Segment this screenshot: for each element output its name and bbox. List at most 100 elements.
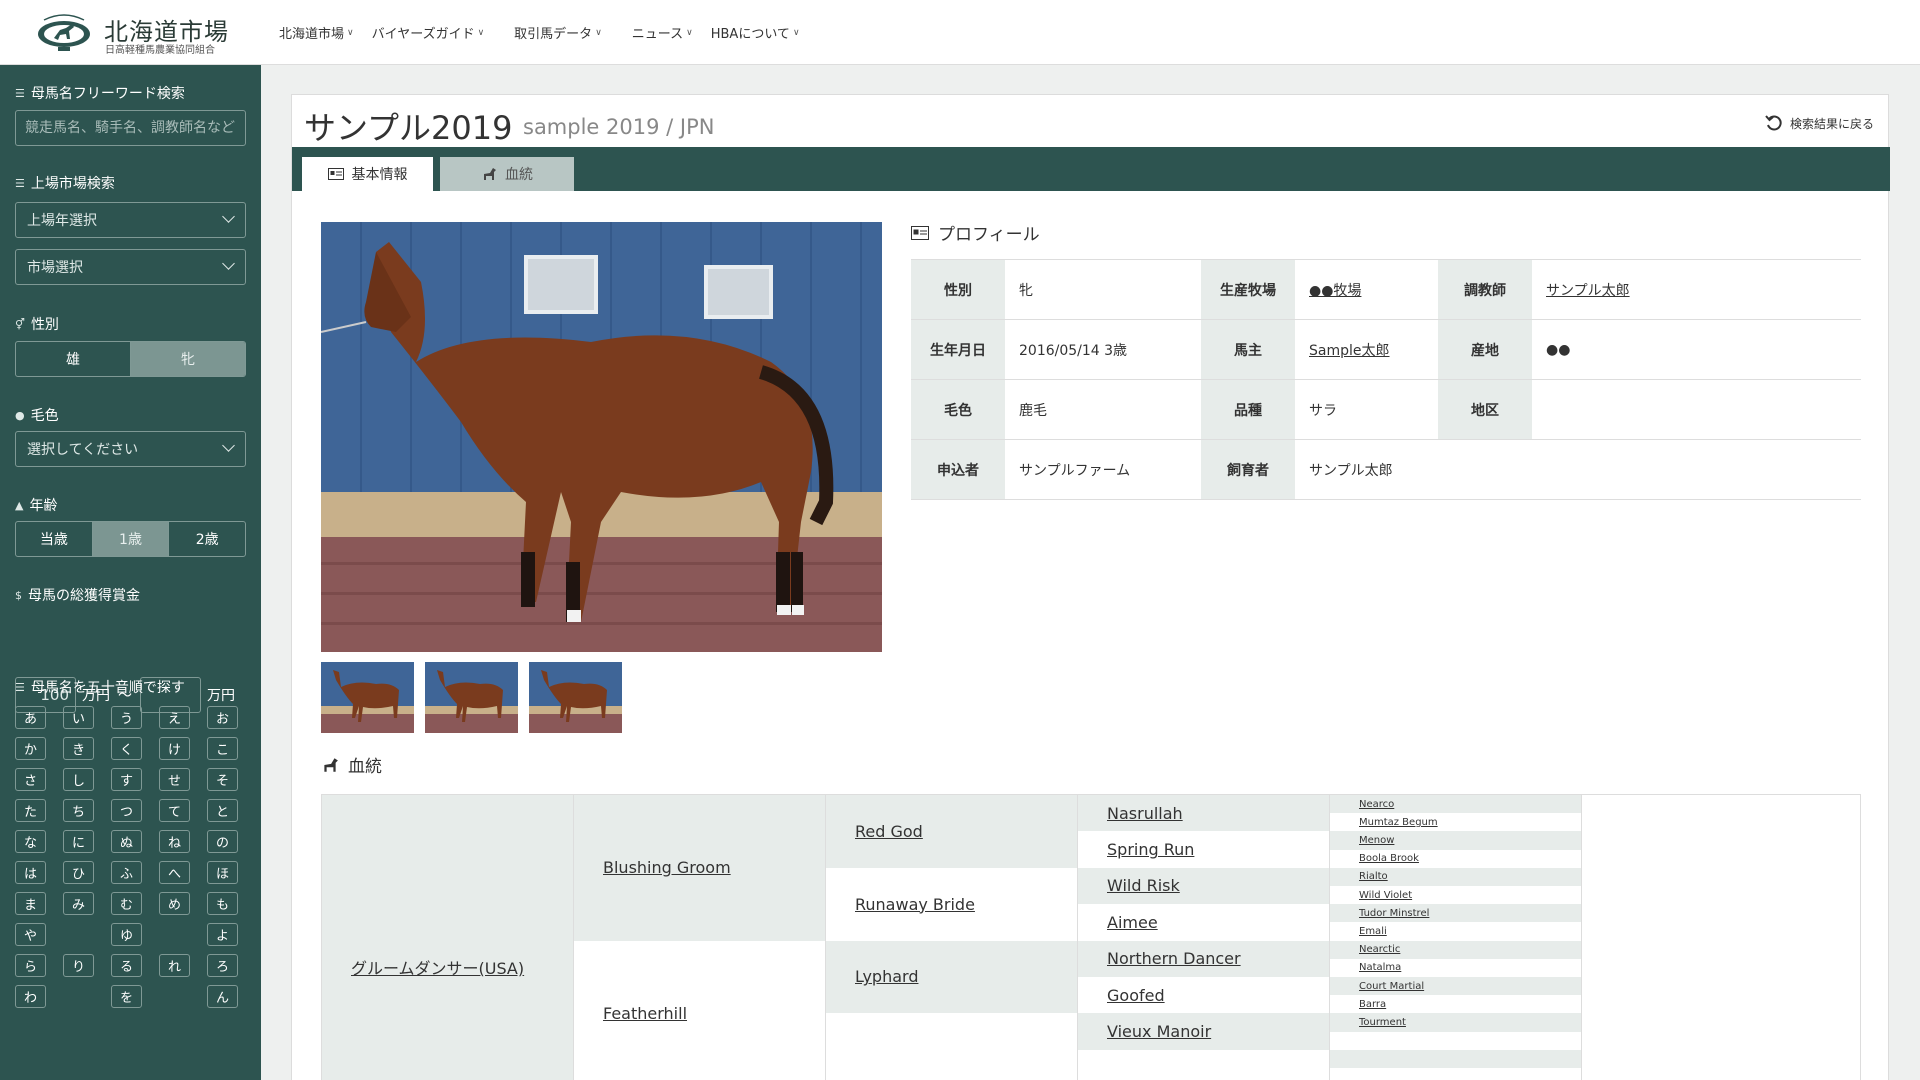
kana-button[interactable]: れ — [159, 954, 190, 977]
pedigree-ancestor-link[interactable]: Runaway Bride — [855, 895, 975, 914]
age-yearling-button[interactable]: 1歳 — [92, 522, 170, 556]
pedigree-cell-gen5[interactable]: Tudor Minstrel — [1330, 904, 1582, 923]
kana-button[interactable]: よ — [207, 923, 238, 946]
sex-male-button[interactable]: 雄 — [16, 342, 131, 376]
kana-button[interactable]: へ — [159, 861, 190, 884]
kana-button[interactable]: お — [207, 706, 238, 729]
kana-button[interactable]: う — [111, 706, 142, 729]
profile-value[interactable]: ●●牧場 — [1295, 260, 1438, 320]
profile-value-link[interactable]: Sample太郎 — [1309, 343, 1390, 359]
kana-button[interactable]: つ — [111, 799, 142, 822]
kana-button[interactable]: ね — [159, 830, 190, 853]
pedigree-cell-gen3[interactable]: Red God — [826, 795, 1078, 868]
kana-button[interactable]: ち — [63, 799, 94, 822]
market-select[interactable]: 市場選択 — [15, 249, 246, 285]
pedigree-ancestor-link[interactable]: Rialto — [1359, 871, 1388, 882]
kana-button[interactable]: そ — [207, 768, 238, 791]
pedigree-cell-gen5[interactable]: Tourment — [1330, 1013, 1582, 1032]
kana-button[interactable]: た — [15, 799, 46, 822]
pedigree-ancestor-link[interactable]: Boola Brook — [1359, 853, 1419, 864]
kana-button[interactable]: こ — [207, 737, 238, 760]
coat-color-select[interactable]: 選択してください — [15, 431, 246, 467]
pedigree-ancestor-link[interactable]: Wild Risk — [1107, 876, 1180, 895]
pedigree-ancestor-link[interactable]: グルームダンサー(USA) — [351, 955, 524, 979]
kana-button[interactable]: る — [111, 954, 142, 977]
pedigree-cell-gen3[interactable]: Lyphard — [826, 940, 1078, 1014]
pedigree-cell-gen4[interactable]: Spring Run — [1078, 831, 1330, 868]
pedigree-ancestor-link[interactable]: Wild Violet — [1359, 890, 1412, 901]
pedigree-ancestor-link[interactable]: Aimee — [1107, 913, 1158, 932]
sex-female-button[interactable]: 牝 — [131, 342, 245, 376]
kana-button[interactable]: に — [63, 830, 94, 853]
pedigree-cell-gen4[interactable]: Northern Dancer — [1078, 940, 1330, 977]
kana-button[interactable]: な — [15, 830, 46, 853]
nav-buyers-guide[interactable]: バイヤーズガイド ∨ — [372, 23, 485, 42]
back-to-results-link[interactable]: 検索結果に戻る — [1764, 113, 1874, 133]
pedigree-ancestor-link[interactable]: Lyphard — [855, 967, 918, 986]
pedigree-ancestor-link[interactable]: Nearctic — [1359, 944, 1400, 955]
kana-button[interactable]: の — [207, 830, 238, 853]
nav-trade-data[interactable]: 取引馬データ ∨ — [514, 23, 602, 42]
pedigree-ancestor-link[interactable]: Blushing Groom — [603, 858, 731, 877]
kana-button[interactable]: ほ — [207, 861, 238, 884]
kana-button[interactable]: ま — [15, 892, 46, 915]
pedigree-cell-gen5[interactable]: Boola Brook — [1330, 849, 1582, 868]
pedigree-cell-gen5[interactable]: Emali — [1330, 922, 1582, 941]
kana-button[interactable]: く — [111, 737, 142, 760]
thumbnail-3[interactable] — [529, 662, 622, 733]
pedigree-ancestor-link[interactable]: Nearco — [1359, 799, 1394, 810]
pedigree-ancestor-link[interactable]: Menow — [1359, 835, 1394, 846]
pedigree-ancestor-link[interactable]: Featherhill — [603, 1004, 687, 1023]
kana-button[interactable]: け — [159, 737, 190, 760]
pedigree-ancestor-link[interactable]: Mumtaz Begum — [1359, 817, 1438, 828]
pedigree-cell-gen4[interactable]: Aimee — [1078, 904, 1330, 941]
pedigree-cell-gen5[interactable]: Nearctic — [1330, 940, 1582, 959]
pedigree-ancestor-link[interactable]: Court Martial — [1359, 981, 1424, 992]
pedigree-cell-gen4[interactable]: Nasrullah — [1078, 795, 1330, 832]
kana-button[interactable]: て — [159, 799, 190, 822]
pedigree-cell-gen1[interactable]: グルームダンサー(USA) — [322, 795, 574, 1080]
kana-button[interactable]: か — [15, 737, 46, 760]
kana-button[interactable]: ゆ — [111, 923, 142, 946]
pedigree-cell-gen4[interactable]: Vieux Manoir — [1078, 1013, 1330, 1050]
pedigree-cell-gen4[interactable]: Wild Risk — [1078, 867, 1330, 905]
kana-button[interactable]: き — [63, 737, 94, 760]
pedigree-ancestor-link[interactable]: Tourment — [1359, 1017, 1406, 1028]
kana-button[interactable]: め — [159, 892, 190, 915]
pedigree-cell-gen5[interactable]: Rialto — [1330, 867, 1582, 886]
horse-main-photo[interactable] — [321, 222, 882, 652]
pedigree-cell-gen5[interactable]: Mumtaz Begum — [1330, 813, 1582, 832]
kana-button[interactable]: ふ — [111, 861, 142, 884]
pedigree-cell-gen5[interactable]: Barra — [1330, 995, 1582, 1014]
pedigree-ancestor-link[interactable]: Emali — [1359, 926, 1387, 937]
site-logo[interactable]: 北海道市場 日高軽種馬農業協同組合 — [36, 12, 236, 56]
kana-button[interactable]: し — [63, 768, 94, 791]
kana-button[interactable]: あ — [15, 706, 46, 729]
pedigree-cell-gen5[interactable]: Natalma — [1330, 958, 1582, 977]
profile-value[interactable]: Sample太郎 — [1295, 320, 1438, 380]
pedigree-cell-gen2[interactable]: Featherhill — [574, 940, 826, 1080]
nav-hokkaido-market[interactable]: 北海道市場 ∨ — [279, 23, 354, 42]
kana-button[interactable]: み — [63, 892, 94, 915]
pedigree-ancestor-link[interactable]: Natalma — [1359, 962, 1401, 973]
pedigree-cell-gen2[interactable]: Blushing Groom — [574, 795, 826, 941]
thumbnail-1[interactable] — [321, 662, 414, 733]
kana-button[interactable]: さ — [15, 768, 46, 791]
kana-button[interactable]: ん — [207, 985, 238, 1008]
freeword-search-input[interactable] — [15, 110, 246, 146]
pedigree-cell-gen5[interactable]: Menow — [1330, 831, 1582, 850]
kana-button[interactable]: ひ — [63, 861, 94, 884]
nav-about-hba[interactable]: HBAについて ∨ — [711, 23, 800, 42]
pedigree-ancestor-link[interactable]: Red God — [855, 822, 923, 841]
kana-button[interactable]: も — [207, 892, 238, 915]
kana-button[interactable]: ろ — [207, 954, 238, 977]
kana-button[interactable]: り — [63, 954, 94, 977]
pedigree-ancestor-link[interactable]: Northern Dancer — [1107, 949, 1241, 968]
kana-button[interactable]: せ — [159, 768, 190, 791]
kana-button[interactable]: す — [111, 768, 142, 791]
profile-value-link[interactable]: サンプル太郎 — [1546, 283, 1630, 299]
kana-button[interactable]: や — [15, 923, 46, 946]
kana-button[interactable]: む — [111, 892, 142, 915]
nav-news[interactable]: ニュース ∨ — [632, 23, 693, 42]
pedigree-ancestor-link[interactable]: Barra — [1359, 999, 1386, 1010]
